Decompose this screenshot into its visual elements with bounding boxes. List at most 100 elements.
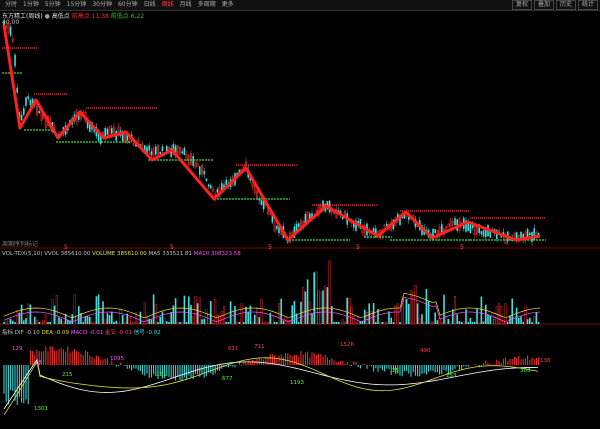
volume-bar	[491, 313, 494, 325]
volume-bar	[390, 317, 392, 324]
volume-bar	[150, 319, 153, 324]
stock-chart-canvas: 5 5 5 5 5 611 711 1526 490 136 1301 215 151 677 1193 25…	[0, 20, 600, 416]
candle-body	[298, 223, 300, 227]
candle-body	[181, 151, 183, 154]
volume-bar	[403, 298, 406, 325]
volume-bar	[190, 305, 192, 324]
volume-bar	[388, 311, 390, 324]
volume-bar	[366, 312, 369, 325]
candle-body	[27, 96, 29, 99]
volume-bar	[99, 309, 102, 325]
volume-bar	[315, 271, 318, 325]
candle-body	[216, 189, 219, 193]
volume-bar	[533, 316, 536, 325]
macd-label: 136	[540, 358, 551, 364]
volume-bar	[36, 319, 39, 325]
volume-bar	[313, 272, 315, 324]
volume-bar	[38, 322, 40, 324]
dea-line	[3, 357, 539, 416]
volume-bar	[333, 322, 335, 324]
volume-bar	[42, 320, 45, 325]
candle-body	[192, 156, 194, 166]
candle-body	[529, 232, 531, 236]
volume-bar	[113, 322, 115, 324]
volume-bar	[529, 317, 531, 324]
volume-bar	[489, 315, 491, 324]
volume-bar	[201, 319, 203, 324]
volume-bar	[29, 304, 32, 324]
volume-bar	[122, 315, 124, 324]
volume-bar	[205, 309, 208, 325]
candle-body	[203, 170, 205, 175]
volume-bar	[298, 322, 300, 324]
volume-bar	[352, 316, 355, 325]
candle-body	[386, 223, 388, 226]
volume-bar	[526, 319, 529, 324]
volume-bar	[216, 314, 219, 325]
candle-body	[23, 108, 25, 115]
candle-body	[199, 166, 201, 175]
volume-bar	[247, 311, 249, 324]
volume-bar	[443, 294, 445, 324]
volume-bar	[227, 322, 230, 324]
volume-bar	[520, 316, 522, 324]
volume-bar	[139, 311, 142, 324]
volume-bar	[240, 303, 243, 325]
volume-bar	[326, 287, 329, 324]
volume-bar	[425, 288, 428, 324]
volume-bar	[7, 318, 10, 325]
volume-bar	[537, 322, 540, 324]
volume-bar	[465, 309, 467, 324]
volume-bar	[203, 318, 205, 324]
volume-ma10-line	[3, 297, 541, 323]
volume-bar	[273, 322, 276, 324]
volume-bar	[487, 314, 489, 324]
volume-bar	[348, 298, 351, 325]
volume-bar	[25, 317, 27, 324]
volume-bar	[245, 306, 247, 324]
volume-bar	[23, 320, 25, 324]
volume-bar	[469, 317, 472, 324]
volume-bar	[210, 301, 212, 324]
macd-label: 677	[222, 376, 233, 382]
candle-body	[159, 151, 161, 154]
candle-body	[14, 54, 16, 67]
macd-label: 1193	[290, 380, 304, 386]
candle-body	[20, 114, 23, 121]
volume-bar	[416, 303, 419, 324]
volume-bar	[335, 322, 337, 324]
volume-bar	[86, 315, 89, 324]
volume-bar	[341, 319, 344, 325]
volume-bar	[474, 322, 476, 324]
volume-bar	[95, 296, 98, 324]
macd-label: 303	[520, 368, 531, 374]
volume-bar	[44, 314, 47, 325]
period-marker: 5	[170, 244, 174, 251]
volume-bar	[456, 314, 458, 324]
volume-ma5-line	[3, 293, 541, 319]
volume-bar	[467, 322, 469, 324]
volume-bar	[304, 291, 307, 324]
volume-bar	[421, 314, 423, 324]
macd-label: 711	[254, 344, 265, 350]
volume-bar	[159, 316, 161, 324]
candle-body	[148, 145, 150, 151]
volume-bar	[482, 321, 485, 324]
volume-bar	[196, 303, 199, 324]
volume-bar	[192, 316, 195, 325]
macd-label: 151	[156, 372, 167, 378]
volume-bar	[89, 316, 91, 324]
volume-bar	[280, 298, 282, 324]
volume-bar	[161, 311, 164, 324]
candle-body	[210, 185, 212, 189]
macd-label: 25	[392, 368, 399, 374]
volume-bar	[493, 319, 496, 325]
volume-bar	[152, 294, 155, 324]
volume-bar	[498, 303, 501, 325]
volume-bar	[414, 285, 417, 325]
volume-bar	[531, 322, 533, 324]
volume-bar	[471, 322, 474, 324]
volume-bar	[73, 294, 76, 325]
candle-body	[441, 224, 443, 233]
volume-bar	[311, 313, 313, 324]
